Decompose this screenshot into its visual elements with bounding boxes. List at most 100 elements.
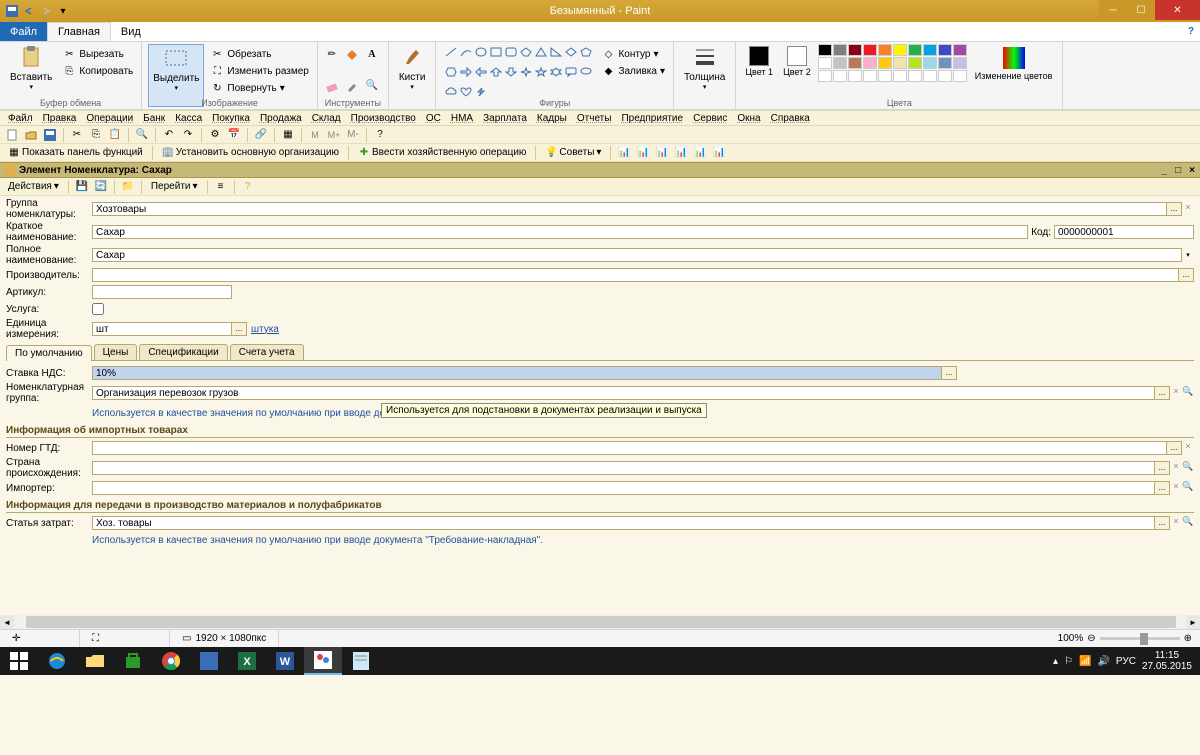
country-clear[interactable]: × bbox=[1170, 461, 1182, 475]
report-icon[interactable]: 📊 bbox=[616, 145, 632, 161]
form-max-icon[interactable]: □ bbox=[1172, 165, 1184, 176]
menu-продажа[interactable]: Продажа bbox=[256, 112, 306, 125]
color-swatch[interactable] bbox=[848, 57, 862, 69]
color-swatch[interactable] bbox=[848, 70, 862, 82]
menu-предприятие[interactable]: Предприятие bbox=[617, 112, 687, 125]
resize-button[interactable]: ⛶Изменить размер bbox=[208, 63, 310, 79]
menu-касса[interactable]: Касса bbox=[171, 112, 206, 125]
shape-rtriangle[interactable] bbox=[549, 46, 563, 58]
start-button[interactable] bbox=[0, 647, 38, 675]
form-min-icon[interactable]: _ bbox=[1159, 165, 1171, 176]
report4-icon[interactable]: 📊 bbox=[673, 145, 689, 161]
color-swatch[interactable] bbox=[863, 57, 877, 69]
cut-button[interactable]: ✂Вырезать bbox=[60, 46, 135, 62]
picker-tool[interactable] bbox=[344, 78, 360, 94]
color-swatch[interactable] bbox=[833, 70, 847, 82]
vat-field[interactable] bbox=[92, 366, 942, 380]
color-swatch[interactable] bbox=[923, 70, 937, 82]
menu-ос[interactable]: ОС bbox=[422, 112, 445, 125]
gtd-field[interactable] bbox=[92, 441, 1167, 455]
menu-кадры[interactable]: Кадры bbox=[533, 112, 571, 125]
crop-button[interactable]: ✂Обрезать bbox=[208, 46, 310, 62]
shape-arrow-d[interactable] bbox=[504, 66, 518, 78]
shape-cloud[interactable] bbox=[444, 86, 458, 98]
zoom-in-button[interactable]: ⊕ bbox=[1184, 633, 1192, 644]
minimize-button[interactable]: ─ bbox=[1099, 0, 1127, 20]
color-swatch[interactable] bbox=[878, 44, 892, 56]
advices-button[interactable]: 💡Советы▾ bbox=[541, 146, 605, 160]
color-swatch[interactable] bbox=[938, 57, 952, 69]
notepad-icon[interactable] bbox=[342, 647, 380, 675]
show-panel-button[interactable]: ▦Показать панель функций bbox=[4, 146, 147, 160]
scroll-thumb[interactable] bbox=[26, 616, 1176, 628]
open-icon[interactable] bbox=[23, 127, 39, 143]
cost-field[interactable] bbox=[92, 516, 1155, 530]
color-swatch[interactable] bbox=[953, 57, 967, 69]
menu-покупка[interactable]: Покупка bbox=[208, 112, 254, 125]
service-checkbox[interactable] bbox=[92, 303, 104, 315]
shape-triangle[interactable] bbox=[534, 46, 548, 58]
menu-нма[interactable]: НМА bbox=[447, 112, 477, 125]
save-form-icon[interactable]: 💾 bbox=[74, 179, 90, 195]
word-icon[interactable]: W bbox=[266, 647, 304, 675]
cost-open[interactable]: 🔍 bbox=[1182, 516, 1194, 530]
network-icon[interactable]: 📶 bbox=[1079, 656, 1091, 667]
group-clear[interactable]: × bbox=[1182, 202, 1194, 216]
redo-icon[interactable]: ↷ bbox=[180, 127, 196, 143]
menu-сервис[interactable]: Сервис bbox=[689, 112, 731, 125]
mminus-icon[interactable]: M- bbox=[345, 127, 361, 143]
tab-view[interactable]: Вид bbox=[111, 22, 151, 41]
flag-icon[interactable]: ⚐ bbox=[1064, 656, 1073, 667]
lang-indicator[interactable]: РУС bbox=[1116, 656, 1136, 667]
volume-icon[interactable]: 🔊 bbox=[1097, 656, 1109, 667]
shape-outline-button[interactable]: ◇Контур▾ bbox=[599, 46, 667, 62]
shape-hexagon[interactable] bbox=[444, 66, 458, 78]
help-icon[interactable]: ? bbox=[372, 127, 388, 143]
shape-callout2[interactable] bbox=[579, 66, 593, 78]
color-swatch[interactable] bbox=[833, 57, 847, 69]
menu-производство[interactable]: Производство bbox=[347, 112, 420, 125]
zoom-out-button[interactable]: ⊖ bbox=[1087, 633, 1095, 644]
new-doc-icon[interactable] bbox=[4, 127, 20, 143]
mplus-icon[interactable]: M+ bbox=[326, 127, 342, 143]
form-tab-3[interactable]: Счета учета bbox=[230, 344, 304, 360]
shape-arrow-u[interactable] bbox=[489, 66, 503, 78]
shape-polygon[interactable] bbox=[519, 46, 533, 58]
shape-arrow-r[interactable] bbox=[459, 66, 473, 78]
copy-icon[interactable]: ⎘ bbox=[88, 127, 104, 143]
link-icon[interactable]: 🔗 bbox=[253, 127, 269, 143]
form-tab-2[interactable]: Спецификации bbox=[139, 344, 227, 360]
manufacturer-ellipsis[interactable]: ... bbox=[1178, 268, 1194, 282]
importer-clear[interactable]: × bbox=[1170, 481, 1182, 495]
store-icon[interactable] bbox=[114, 647, 152, 675]
report5-icon[interactable]: 📊 bbox=[692, 145, 708, 161]
clock[interactable]: 11:15 27.05.2015 bbox=[1142, 650, 1192, 672]
actions-dropdown[interactable]: Действия▾ bbox=[4, 180, 63, 193]
goto-dropdown[interactable]: Перейти▾ bbox=[147, 180, 202, 193]
m-icon[interactable]: M bbox=[307, 127, 323, 143]
menu-склад[interactable]: Склад bbox=[308, 112, 345, 125]
unit-ellipsis[interactable]: ... bbox=[231, 322, 247, 336]
vat-ellipsis[interactable]: ... bbox=[941, 366, 957, 380]
color-swatch[interactable] bbox=[893, 44, 907, 56]
menu-операции[interactable]: Операции bbox=[82, 112, 137, 125]
menu-отчеты[interactable]: Отчеты bbox=[573, 112, 616, 125]
color-swatch[interactable] bbox=[848, 44, 862, 56]
color-swatch[interactable] bbox=[818, 70, 832, 82]
unit-field[interactable] bbox=[92, 322, 232, 336]
rotate-button[interactable]: ↻Повернуть▾ bbox=[208, 80, 310, 96]
paste-icon[interactable]: 📋 bbox=[107, 127, 123, 143]
tab-file[interactable]: Файл bbox=[0, 22, 47, 41]
color-swatch[interactable] bbox=[908, 57, 922, 69]
explorer-icon[interactable] bbox=[76, 647, 114, 675]
ie-icon[interactable] bbox=[38, 647, 76, 675]
menu-банк[interactable]: Банк bbox=[139, 112, 169, 125]
short-field[interactable] bbox=[92, 225, 1028, 239]
gtd-clear[interactable]: × bbox=[1182, 441, 1194, 455]
menu-справка[interactable]: Справка bbox=[767, 112, 814, 125]
report3-icon[interactable]: 📊 bbox=[654, 145, 670, 161]
color-swatch[interactable] bbox=[908, 70, 922, 82]
shape-pentagon[interactable] bbox=[579, 46, 593, 58]
shape-curve[interactable] bbox=[459, 46, 473, 58]
text-tool[interactable]: A bbox=[364, 46, 380, 62]
